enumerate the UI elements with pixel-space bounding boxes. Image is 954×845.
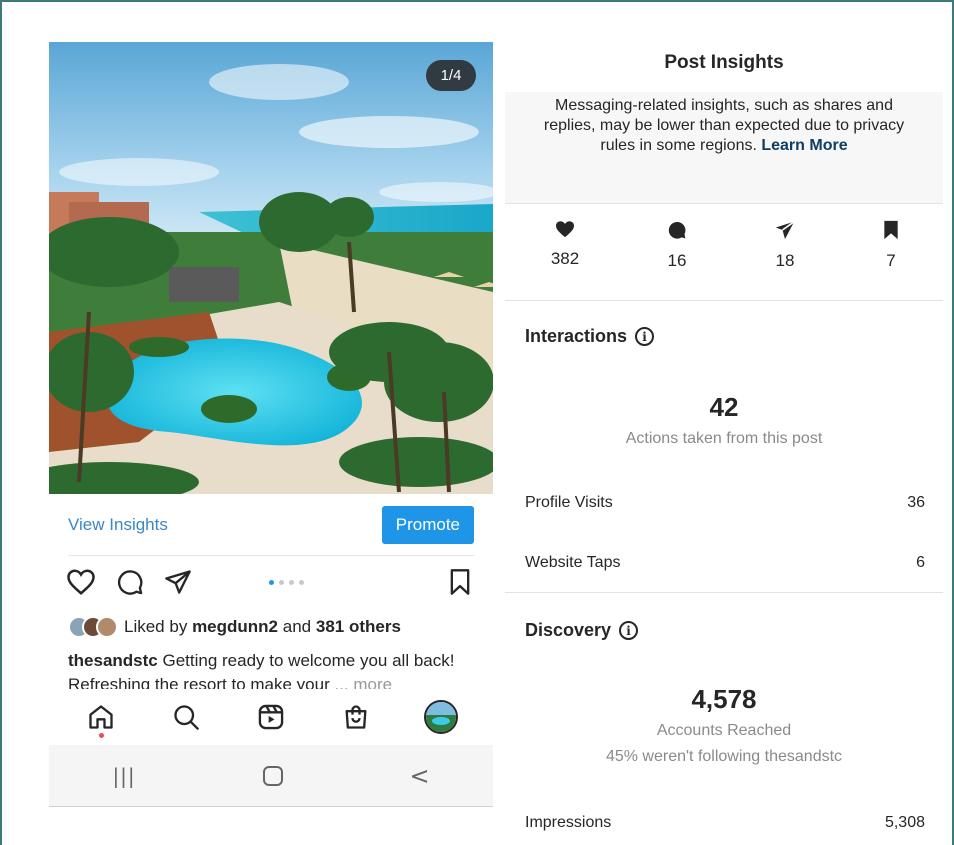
followers-note: 45% weren't following thesandstc [605,748,843,765]
bookmark-icon [884,220,898,240]
nav-shop[interactable] [339,700,373,734]
stat-shares: 18 [755,220,815,271]
learn-more-link[interactable]: Learn More [761,137,847,154]
metric-row: Impressions 5,308 [525,814,925,832]
like-heart-icon[interactable] [66,568,96,601]
post-caption: thesandstc Getting ready to welcome you … [68,649,488,689]
liked-by-text: Liked by megdunn2 and 381 others [124,617,401,637]
share-icon [775,220,795,240]
liked-and: and [282,617,312,636]
caption-username[interactable]: thesandstc [68,651,158,670]
nav-profile[interactable] [423,700,458,734]
share-icon[interactable] [164,568,192,601]
nav-search[interactable] [169,700,203,734]
profile-avatar [423,700,458,734]
home-button-icon[interactable] [262,765,283,786]
stat-saves: 7 [861,220,921,271]
metric-label: Impressions [525,814,612,831]
info-icon[interactable]: i [619,621,639,640]
liked-user-link[interactable]: megdunn2 [192,617,278,636]
caption-more-link[interactable]: ... more [334,675,392,689]
discovery-header: Discovery i [525,620,639,641]
search-icon [174,705,200,730]
notification-dot [99,733,105,738]
liked-prefix: Liked by [124,617,188,636]
liker-avatars [68,616,118,638]
metric-value: 5,308 [884,814,925,831]
recent-apps-icon[interactable]: ||| [112,764,135,788]
bottom-navigation [49,692,493,742]
carousel-dot [279,580,284,585]
stat-likes: 382 [535,220,595,269]
reels-icon [258,704,284,730]
accounts-reached-label: Accounts Reached [656,722,792,739]
carousel-dot [289,580,294,585]
promote-button[interactable]: Promote [381,506,474,544]
carousel-dots [269,580,304,585]
likes-count: 382 [550,249,580,268]
comment-icon [668,221,686,239]
metric-value: 36 [907,494,925,511]
divider [505,592,943,593]
insights-panel: Post Insights Messaging-related insights… [505,42,943,845]
post-action-bar [66,566,476,600]
shop-icon [345,705,367,729]
interactions-total-label: Actions taken from this post [625,430,823,447]
privacy-notice: Messaging-related insights, such as shar… [505,92,943,204]
metric-row: Profile Visits 36 [525,494,925,512]
nav-reels[interactable] [254,700,288,734]
page-title: Post Insights [664,52,784,73]
avatar [96,616,118,638]
divider [505,300,943,301]
carousel-dot [299,580,304,585]
metric-label: Website Taps [525,554,621,571]
discovery-title: Discovery [525,620,612,640]
divider [68,555,474,556]
interactions-title: Interactions [525,326,628,346]
post-panel: 1/4 View Insights Promote Liked by megdu… [49,42,493,807]
interactions-header: Interactions i [525,326,655,347]
stat-comments: 16 [647,220,707,271]
notice-text: Messaging-related insights, such as shar… [543,97,905,154]
insights-promote-row: View Insights Promote [68,506,474,544]
image-counter-badge: 1/4 [426,60,476,91]
post-photo[interactable]: 1/4 [49,42,493,494]
comment-icon[interactable] [116,568,144,601]
engagement-stats: 382 16 18 7 [505,220,943,280]
nav-home[interactable] [84,700,118,738]
metric-label: Profile Visits [525,494,613,511]
saves-count: 7 [886,251,896,270]
view-insights-link[interactable]: View Insights [68,515,168,535]
discovery-total: 4,578 [691,684,757,714]
home-icon [89,705,114,729]
liked-by-row[interactable]: Liked by megdunn2 and 381 others [68,616,401,638]
info-icon[interactable]: i [635,327,655,346]
interactions-total: 42 [709,392,739,422]
back-icon[interactable]: < [409,762,429,790]
metric-row: Website Taps 6 [525,554,925,572]
system-navigation-bar: ||| < [49,745,493,807]
save-bookmark-icon[interactable] [448,568,472,601]
shares-count: 18 [775,251,795,270]
liked-others-link[interactable]: 381 others [316,617,401,636]
resort-photo-illustration [49,42,493,494]
comments-count: 16 [667,251,687,270]
carousel-dot-active [269,580,274,585]
heart-icon [556,221,574,238]
metric-value: 6 [916,554,925,571]
